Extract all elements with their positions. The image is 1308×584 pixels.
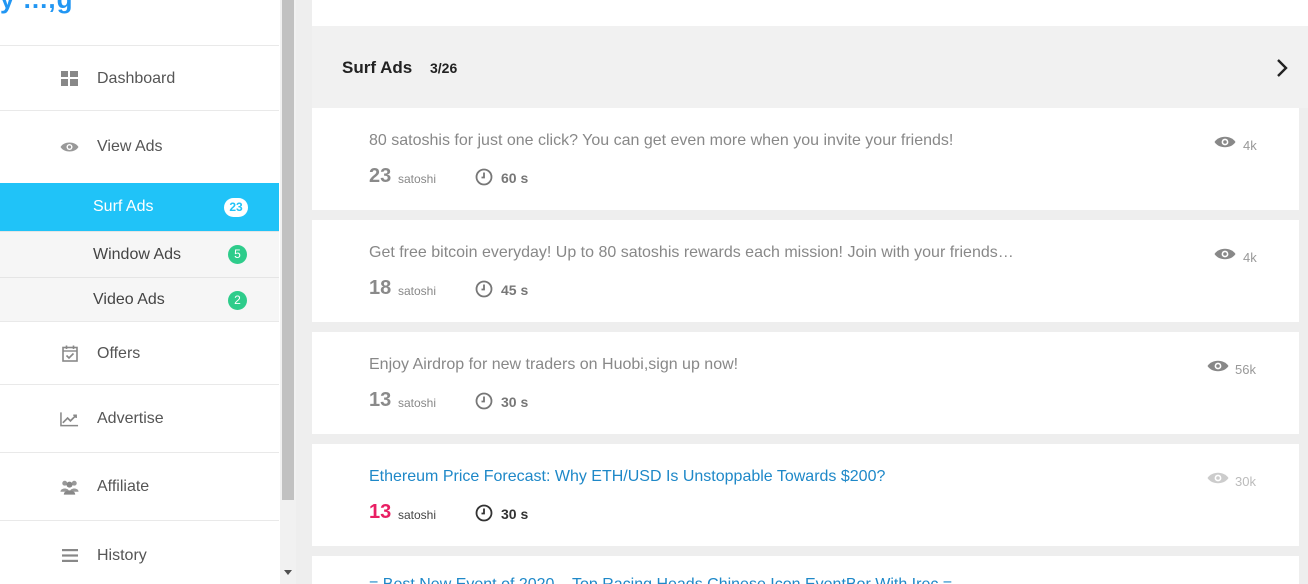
ad-views: 4k: [1243, 250, 1257, 265]
trending-chart-icon: [60, 410, 79, 429]
chevron-right-icon[interactable]: [1270, 56, 1294, 80]
ad-card[interactable]: = Best New Event of 2020 – Top Racing He…: [312, 556, 1299, 584]
sidebar-item-advertise[interactable]: Advertise: [0, 384, 279, 453]
eye-icon: [1207, 360, 1229, 372]
count-badge: 5: [228, 245, 247, 264]
sidebar-item-history[interactable]: History: [0, 520, 279, 584]
ad-views: 56k: [1235, 362, 1256, 377]
ad-reward: 13: [369, 501, 392, 523]
reward-unit: satoshi: [398, 396, 437, 410]
sidebar-item-view-ads[interactable]: View Ads: [0, 110, 279, 183]
sidebar-item-label: Window Ads: [93, 245, 182, 263]
eye-icon: [1214, 248, 1236, 260]
ad-reward: 23: [369, 165, 392, 187]
eye-icon: [1207, 472, 1229, 484]
clock-icon: [475, 280, 493, 298]
users-icon: [60, 478, 79, 497]
top-panel: [312, 0, 1308, 26]
brand-logo[interactable]: y ...,g: [0, 0, 73, 14]
sidebar: y ...,g Dashboard View Ads Surf Ads 23 W…: [0, 0, 280, 584]
scrollbar-thumb[interactable]: [282, 0, 294, 500]
sidebar-item-label: History: [97, 546, 147, 564]
reward-unit: satoshi: [398, 172, 437, 186]
count-badge: 23: [224, 197, 248, 217]
clock-icon: [475, 392, 493, 410]
sidebar-item-label: Advertise: [97, 410, 164, 427]
sidebar-item-label: Video Ads: [93, 291, 165, 308]
list-icon: [60, 546, 79, 565]
sidebar-item-label: Offers: [97, 344, 141, 362]
ad-views: 4k: [1243, 138, 1257, 153]
eye-icon: [1214, 136, 1236, 148]
reward-unit: satoshi: [398, 284, 437, 298]
sidebar-item-label: Affiliate: [97, 478, 150, 495]
sidebar-scrollbar[interactable]: [280, 0, 296, 584]
sidebar-item-offers[interactable]: Offers: [0, 321, 279, 385]
sidebar-subitem-window-ads[interactable]: Window Ads 5: [0, 231, 279, 277]
ad-title[interactable]: Get free bitcoin everyday! Up to 80 sato…: [369, 244, 1014, 262]
sidebar-subitem-video-ads[interactable]: Video Ads 2: [0, 277, 279, 322]
sidebar-item-label: Dashboard: [97, 69, 176, 87]
ad-title[interactable]: = Best New Event of 2020 – Top Racing He…: [369, 576, 952, 584]
ad-reward: 13: [369, 389, 392, 411]
ad-views: 30k: [1235, 474, 1256, 489]
section-title: Surf Ads: [342, 58, 413, 77]
sidebar-item-label: View Ads: [97, 138, 163, 155]
count-badge: 2: [228, 290, 247, 310]
ad-reward: 18: [369, 277, 392, 299]
app-root: y ...,g Dashboard View Ads Surf Ads 23 W…: [0, 0, 1308, 584]
sidebar-subitem-surf-ads[interactable]: Surf Ads 23: [0, 183, 279, 231]
ad-duration: 30 s: [501, 506, 529, 522]
ad-duration: 45 s: [501, 282, 529, 298]
sidebar-item-label: Surf Ads: [93, 198, 154, 215]
sidebar-item-affiliate[interactable]: Affiliate: [0, 452, 279, 521]
section-count: 3/26: [430, 60, 458, 76]
clock-icon: [475, 504, 493, 522]
ad-title[interactable]: Ethereum Price Forecast: Why ETH/USD Is …: [369, 468, 885, 486]
ad-duration: 60 s: [501, 170, 529, 186]
sidebar-item-dashboard[interactable]: Dashboard: [0, 45, 279, 111]
ad-card[interactable]: Ethereum Price Forecast: Why ETH/USD Is …: [312, 444, 1299, 546]
ad-card[interactable]: Get free bitcoin everyday! Up to 80 sato…: [312, 220, 1299, 322]
reward-unit: satoshi: [398, 508, 437, 522]
calendar-check-icon: [60, 344, 79, 363]
scroll-down-icon[interactable]: [284, 570, 292, 575]
ad-card[interactable]: Enjoy Airdrop for new traders on Huobi,s…: [312, 332, 1299, 434]
eye-icon: [60, 138, 79, 157]
clock-icon: [475, 168, 493, 186]
ad-title[interactable]: 80 satoshis for just one click? You can …: [369, 132, 953, 150]
grid-icon: [60, 69, 79, 88]
section-header: Surf Ads 3/26: [312, 26, 1308, 108]
ad-card[interactable]: 80 satoshis for just one click? You can …: [312, 108, 1299, 210]
ad-duration: 30 s: [501, 394, 529, 410]
ad-title[interactable]: Enjoy Airdrop for new traders on Huobi,s…: [369, 356, 738, 374]
